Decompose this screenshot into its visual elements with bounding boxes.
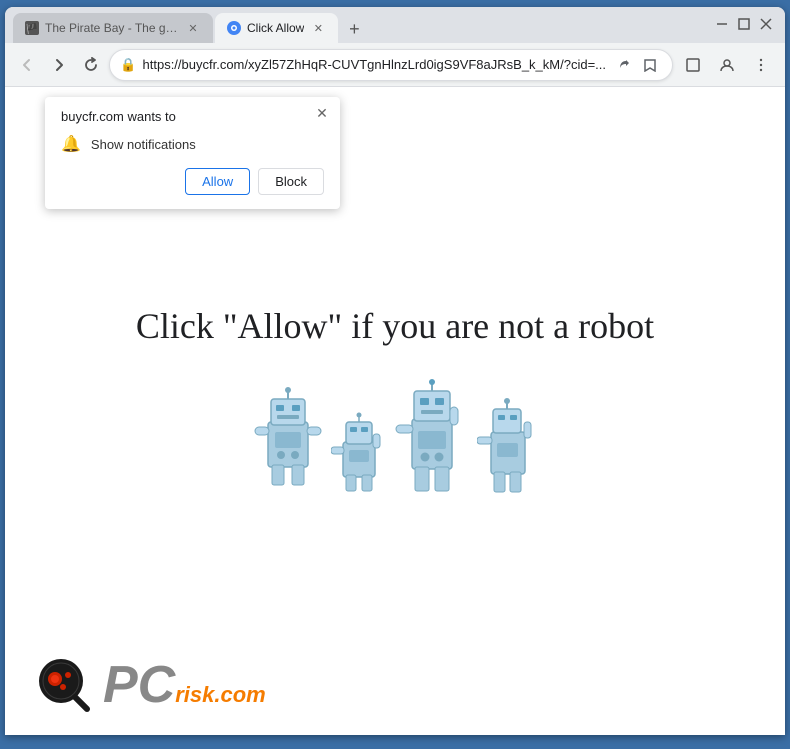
forward-button[interactable]	[45, 49, 73, 81]
page-heading: Click "Allow" if you are not a robot	[136, 305, 654, 347]
robot-4	[477, 397, 537, 497]
tab-label-clickallow: Click Allow	[247, 21, 304, 35]
tab-clickallow[interactable]: Click Allow ✕	[215, 13, 338, 43]
pcrisk-risk: risk.com	[175, 684, 266, 706]
content-area: ✕ buycfr.com wants to 🔔 Show notificatio…	[5, 87, 785, 735]
svg-text:🏴: 🏴	[26, 22, 38, 35]
pcrisk-pc: PC	[103, 659, 175, 711]
toolbar-actions	[677, 49, 777, 81]
profile-button[interactable]	[711, 49, 743, 81]
minimize-button[interactable]	[713, 15, 731, 33]
tab-close-clickallow[interactable]: ✕	[310, 20, 326, 36]
tab-switch-button[interactable]	[677, 49, 709, 81]
address-bar[interactable]: 🔒 https://buycfr.com/xyZl57ZhHqR-CUVTgnH…	[109, 49, 673, 81]
pcrisk-icon	[35, 655, 95, 715]
popup-title: buycfr.com wants to	[61, 109, 324, 124]
new-tab-button[interactable]: +	[340, 15, 368, 43]
bookmark-icon[interactable]	[638, 53, 662, 77]
back-button[interactable]	[13, 49, 41, 81]
robot-2	[331, 412, 386, 497]
tab-favicon-piratebay: 🏴	[25, 21, 39, 35]
menu-button[interactable]	[745, 49, 777, 81]
title-bar: 🏴 The Pirate Bay - The galaxy's mo ✕ Cli…	[5, 7, 785, 43]
toolbar: 🔒 https://buycfr.com/xyZl57ZhHqR-CUVTgnH…	[5, 43, 785, 87]
pcrisk-text: PC risk.com	[103, 659, 266, 711]
tab-piratebay[interactable]: 🏴 The Pirate Bay - The galaxy's mo ✕	[13, 13, 213, 43]
allow-button[interactable]: Allow	[185, 168, 250, 195]
popup-permission: 🔔 Show notifications	[61, 134, 324, 154]
page-content: ✕ buycfr.com wants to 🔔 Show notificatio…	[5, 87, 785, 735]
window-controls	[713, 15, 775, 33]
maximize-button[interactable]	[735, 15, 753, 33]
share-icon[interactable]	[612, 53, 636, 77]
popup-buttons: Allow Block	[61, 168, 324, 195]
robot-1	[253, 387, 323, 497]
address-text: https://buycfr.com/xyZl57ZhHqR-CUVTgnHln…	[143, 57, 606, 72]
browser-window: 🏴 The Pirate Bay - The galaxy's mo ✕ Cli…	[5, 7, 785, 735]
tab-label-piratebay: The Pirate Bay - The galaxy's mo	[45, 21, 179, 35]
popup-close-button[interactable]: ✕	[312, 103, 332, 123]
refresh-button[interactable]	[77, 49, 105, 81]
lock-icon: 🔒	[120, 57, 136, 73]
permission-label: Show notifications	[91, 137, 196, 152]
tab-close-piratebay[interactable]: ✕	[185, 20, 201, 36]
robot-3	[394, 377, 469, 497]
pcrisk-logo: PC risk.com	[35, 655, 266, 715]
address-actions	[612, 53, 662, 77]
robots-illustration	[253, 377, 537, 497]
bell-icon: 🔔	[61, 134, 81, 154]
close-button[interactable]	[757, 15, 775, 33]
notification-popup: ✕ buycfr.com wants to 🔔 Show notificatio…	[45, 97, 340, 209]
tab-favicon-clickallow	[227, 21, 241, 35]
block-button[interactable]: Block	[258, 168, 324, 195]
